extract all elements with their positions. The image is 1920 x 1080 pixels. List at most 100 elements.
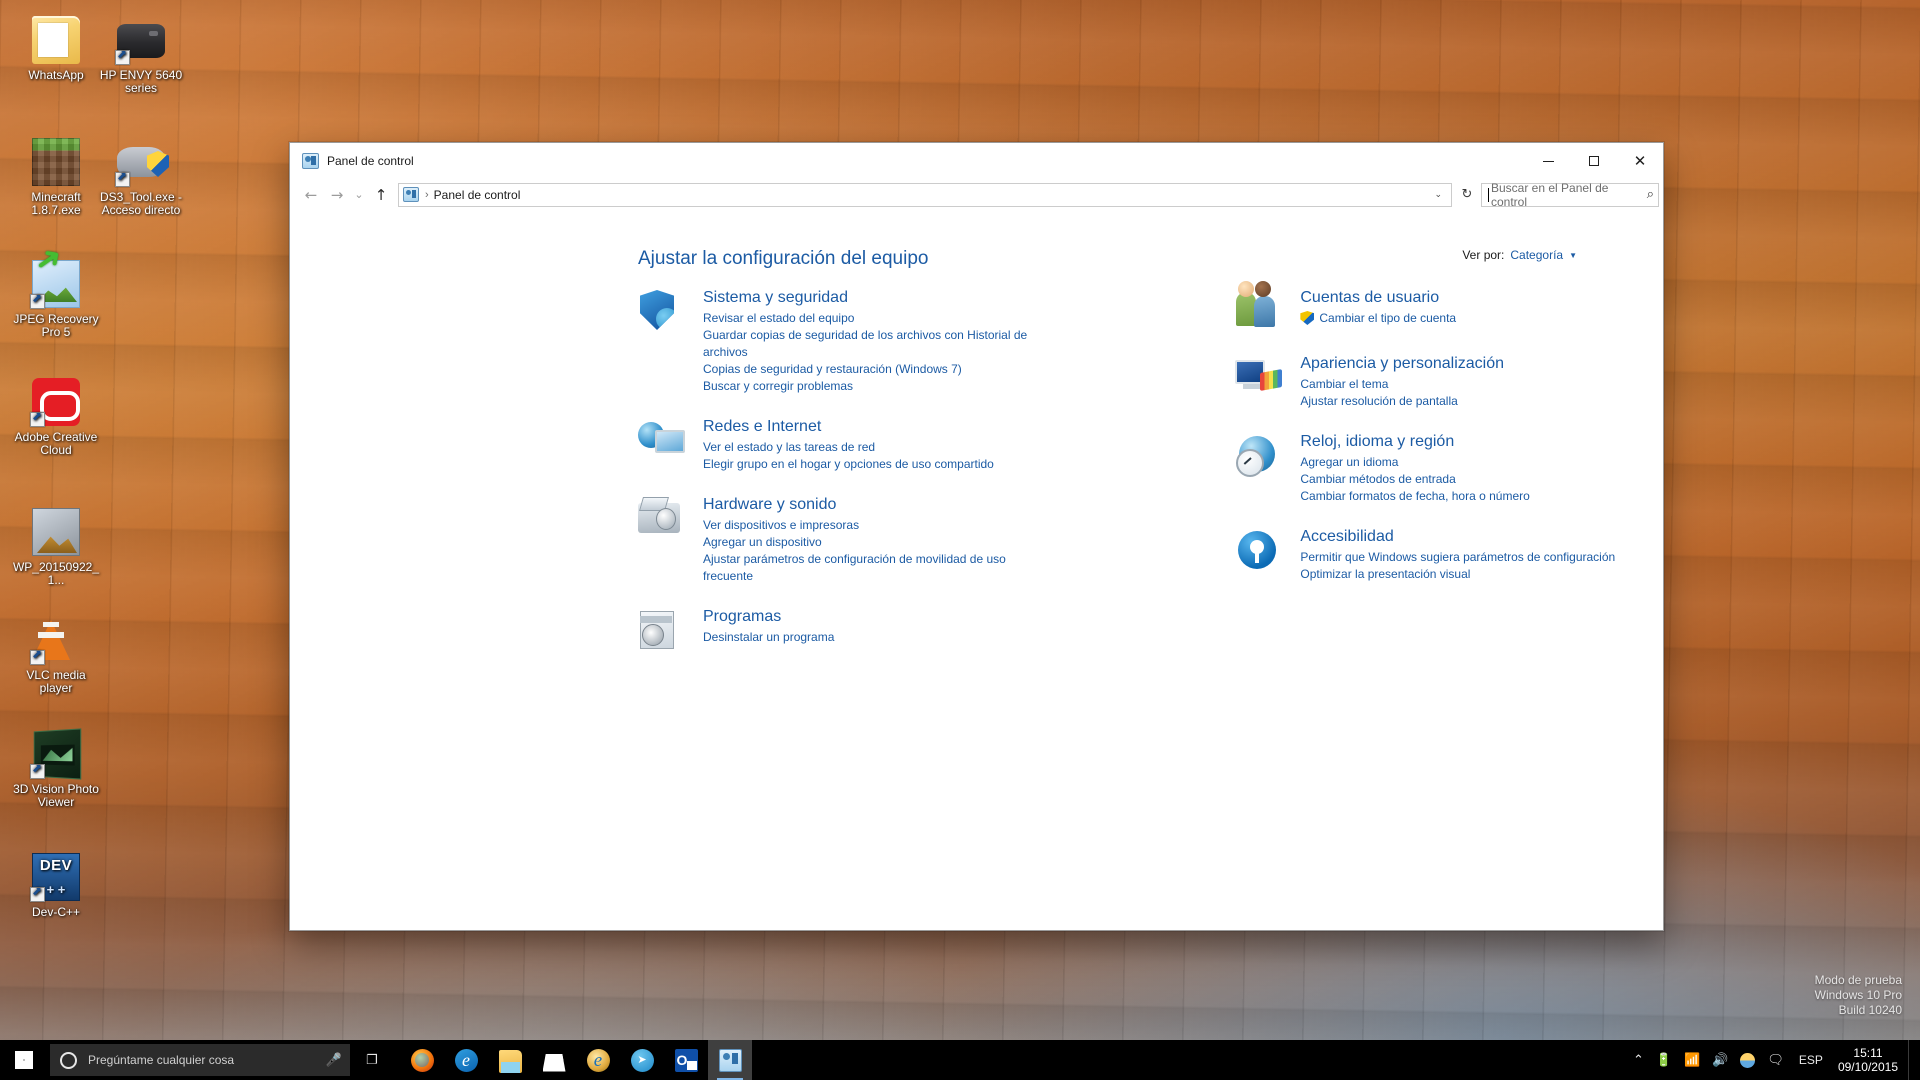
- category-title[interactable]: Hardware y sonido: [703, 495, 1055, 514]
- network-globe-icon[interactable]: [638, 419, 685, 461]
- desktop-icon[interactable]: DS3_Tool.exe - Acceso directo: [95, 138, 187, 217]
- shield-security-icon[interactable]: [638, 290, 684, 332]
- category-task-link[interactable]: Agregar un idioma: [1300, 454, 1529, 471]
- category-task-link[interactable]: Desinstalar un programa: [703, 629, 834, 646]
- category-title[interactable]: Sistema y seguridad: [703, 288, 1055, 307]
- category-title[interactable]: Redes e Internet: [703, 417, 994, 436]
- accessibility-icon[interactable]: [1235, 529, 1281, 571]
- category-task-link[interactable]: Permitir que Windows sugiera parámetros …: [1300, 549, 1615, 566]
- desktop-icon[interactable]: WP_20150922_1...: [10, 508, 102, 587]
- chevron-down-icon[interactable]: ▼: [1569, 251, 1577, 260]
- action-center-button[interactable]: 🗨: [1761, 1040, 1790, 1080]
- category-icon-wrap[interactable]: [1235, 354, 1291, 410]
- chevron-down-icon[interactable]: ⌄: [1427, 189, 1449, 200]
- category-task-link[interactable]: Cambiar métodos de entrada: [1300, 471, 1529, 488]
- category-icon-wrap[interactable]: [638, 417, 694, 473]
- taskbar-app-button[interactable]: [664, 1040, 708, 1080]
- category-task-link[interactable]: Ver el estado y las tareas de red: [703, 439, 994, 456]
- task-view-button[interactable]: ❐: [350, 1040, 394, 1080]
- category-title[interactable]: Reloj, idioma y región: [1300, 432, 1529, 451]
- cortana-search-input[interactable]: Pregúntame cualquier cosa: [88, 1053, 326, 1067]
- maximize-button[interactable]: [1571, 143, 1617, 179]
- view-by-control[interactable]: Ver por: Categoría ▼: [1462, 248, 1633, 262]
- desktop-icon[interactable]: WhatsApp: [10, 16, 102, 82]
- taskbar[interactable]: Pregúntame cualquier cosa 🎤 ❐ ⌃ 🔋 📶 🔊 🗨 …: [0, 1040, 1920, 1080]
- maximize-icon: [1589, 156, 1599, 166]
- category-task-link[interactable]: Cambiar formatos de fecha, hora o número: [1300, 488, 1529, 505]
- taskbar-app-button[interactable]: [444, 1040, 488, 1080]
- category-column: Cuentas de usuario Cambiar el tipo de cue…: [1235, 281, 1643, 673]
- close-button[interactable]: ✕: [1617, 143, 1663, 179]
- desktop-icon[interactable]: Adobe Creative Cloud: [10, 378, 102, 457]
- programs-disc-icon[interactable]: [638, 609, 684, 651]
- clock[interactable]: 15:11 09/10/2015: [1832, 1040, 1908, 1080]
- taskbar-app-button[interactable]: [488, 1040, 532, 1080]
- category-task-link[interactable]: Copias de seguridad y restauración (Wind…: [703, 361, 1055, 378]
- weather-icon[interactable]: [1740, 1052, 1756, 1068]
- language-indicator[interactable]: ESP: [1790, 1040, 1832, 1080]
- clock-region-icon[interactable]: [1235, 434, 1281, 477]
- breadcrumb[interactable]: Panel de control: [434, 188, 521, 202]
- desktop-icon[interactable]: VLC media player: [10, 616, 102, 695]
- printer-hardware-icon[interactable]: [638, 497, 684, 539]
- desktop-icon[interactable]: JPEG Recovery Pro 5: [10, 260, 102, 339]
- microphone-icon[interactable]: 🎤: [326, 1053, 342, 1068]
- category-icon-wrap[interactable]: [1235, 281, 1291, 332]
- category-task-link[interactable]: Ajustar parámetros de configuración de m…: [703, 551, 1055, 585]
- search-icon[interactable]: ⌕: [1647, 187, 1654, 202]
- category-task-link[interactable]: Ajustar resolución de pantalla: [1300, 393, 1504, 410]
- category-task-link[interactable]: Buscar y corregir problemas: [703, 378, 1055, 395]
- category-icon-wrap[interactable]: [1235, 527, 1291, 583]
- up-button[interactable]: ↑: [368, 182, 394, 208]
- category-title[interactable]: Apariencia y personalización: [1300, 354, 1504, 373]
- category-task-link[interactable]: Revisar el estado del equipo: [703, 310, 1055, 327]
- taskbar-app-button[interactable]: [620, 1040, 664, 1080]
- telegram-icon: [630, 1048, 654, 1072]
- forward-button[interactable]: →: [324, 182, 350, 208]
- category-task-link[interactable]: Cambiar el tipo de cuenta: [1300, 310, 1456, 327]
- desktop-icon-label: Dev-C++: [31, 905, 81, 919]
- search-box[interactable]: Buscar en el Panel de control ⌕: [1481, 181, 1659, 209]
- recent-locations-button[interactable]: ⌄: [350, 182, 368, 208]
- show-desktop-button[interactable]: [1908, 1040, 1916, 1080]
- show-hidden-icons-button[interactable]: ⌃: [1627, 1040, 1650, 1080]
- search-input[interactable]: Buscar en el Panel de control: [1491, 181, 1647, 209]
- taskbar-app-button[interactable]: [708, 1040, 752, 1080]
- category-icon-wrap[interactable]: [638, 495, 694, 585]
- breadcrumb-root-icon[interactable]: [403, 187, 419, 202]
- appearance-icon[interactable]: [1235, 356, 1281, 398]
- network-button[interactable]: 📶: [1678, 1040, 1706, 1080]
- category-task-link[interactable]: Agregar un dispositivo: [703, 534, 1055, 551]
- category-icon-wrap[interactable]: [1235, 432, 1291, 505]
- view-by-value[interactable]: Categoría: [1510, 248, 1563, 262]
- address-bar[interactable]: › Panel de control ⌄: [398, 182, 1452, 207]
- refresh-button[interactable]: ↻: [1456, 183, 1478, 207]
- category-icon-wrap[interactable]: [638, 607, 694, 651]
- category-icon-wrap[interactable]: [638, 288, 694, 395]
- category-task-link[interactable]: Ver dispositivos e impresoras: [703, 517, 1055, 534]
- start-button[interactable]: [0, 1040, 48, 1080]
- category-title[interactable]: Programas: [703, 607, 834, 626]
- battery-button[interactable]: 🔋: [1650, 1040, 1678, 1080]
- category-title[interactable]: Cuentas de usuario: [1300, 288, 1456, 307]
- category-title[interactable]: Accesibilidad: [1300, 527, 1615, 546]
- category-task-link[interactable]: Cambiar el tema: [1300, 376, 1504, 393]
- navigation-bar[interactable]: ← → ⌄ ↑ › Panel de control ⌄ ↻ Buscar en…: [290, 179, 1663, 210]
- cortana-search-box[interactable]: Pregúntame cualquier cosa 🎤: [50, 1044, 350, 1076]
- category-task-link[interactable]: Guardar copias de seguridad de los archi…: [703, 327, 1055, 361]
- taskbar-app-button[interactable]: [576, 1040, 620, 1080]
- desktop-icon[interactable]: Dev-C++: [10, 853, 102, 919]
- volume-button[interactable]: 🔊: [1706, 1040, 1734, 1080]
- taskbar-app-button[interactable]: [400, 1040, 444, 1080]
- category-task-link[interactable]: Optimizar la presentación visual: [1300, 566, 1615, 583]
- taskbar-app-button[interactable]: [532, 1040, 576, 1080]
- back-button[interactable]: ←: [298, 182, 324, 208]
- window-titlebar[interactable]: Panel de control ✕: [290, 143, 1663, 179]
- control-panel-window[interactable]: Panel de control ✕ ← → ⌄ ↑ › Panel de co…: [289, 142, 1664, 931]
- category-task-link[interactable]: Elegir grupo en el hogar y opciones de u…: [703, 456, 994, 473]
- desktop-icon[interactable]: 3D Vision Photo Viewer: [10, 728, 102, 809]
- user-accounts-icon[interactable]: [1235, 281, 1281, 332]
- minimize-button[interactable]: [1525, 143, 1571, 179]
- desktop-icon[interactable]: Minecraft 1.8.7.exe: [10, 138, 102, 217]
- desktop-icon[interactable]: HP ENVY 5640 series: [95, 16, 187, 95]
